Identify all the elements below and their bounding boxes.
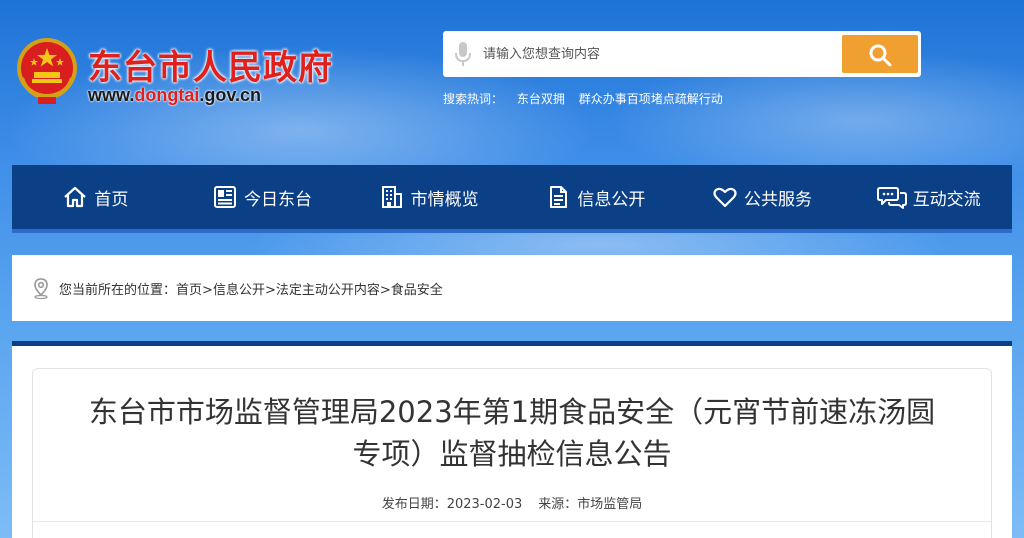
nav-item-label: 首页 <box>94 189 129 210</box>
article-title: 东台市市场监督管理局2023年第1期食品安全（元宵节前速冻汤圆 专项）监督抽检信… <box>33 391 991 475</box>
site-header: 东台市人民政府 www.dongtai.gov.cn 搜索热词： 东台双拥 群众… <box>0 0 1024 165</box>
breadcrumb-link-info-disclosure[interactable]: 信息公开 <box>213 283 265 298</box>
article-container: 东台市市场监督管理局2023年第1期食品安全（元宵节前速冻汤圆 专项）监督抽检信… <box>12 341 1012 538</box>
nav-item-label: 市情概览 <box>410 189 479 210</box>
nav-item-interaction[interactable]: 互动交流 <box>845 165 1012 229</box>
site-url-prefix: www. <box>88 85 135 105</box>
article-title-line: 专项）监督抽检信息公告 <box>352 437 672 471</box>
nav-item-label: 公共服务 <box>744 189 813 210</box>
home-icon <box>64 186 87 208</box>
site-title[interactable]: 东台市人民政府 <box>88 40 333 89</box>
breadcrumb-separator: > <box>379 283 391 298</box>
breadcrumb: 您当前所在的位置：首页>信息公开>法定主动公开内容>食品安全 <box>12 255 1012 321</box>
nav-item-home[interactable]: 首页 <box>12 165 179 229</box>
divider <box>33 521 991 522</box>
source-label: 来源： <box>538 497 578 512</box>
newspaper-icon <box>214 186 236 208</box>
nav-item-public-service[interactable]: 公共服务 <box>679 165 846 229</box>
chat-icon <box>876 187 907 209</box>
breadcrumb-link-home[interactable]: 首页 <box>176 283 202 298</box>
main-nav: 首页 今日东台 市情概览 信息公开 公共服务 互动交流 <box>12 165 1012 233</box>
nav-item-label: 互动交流 <box>912 189 981 210</box>
nav-item-today-dongtai[interactable]: 今日东台 <box>179 165 346 229</box>
site-url-domain: dongtai <box>134 85 200 105</box>
hot-word-link[interactable]: 东台双拥 <box>517 92 565 106</box>
heart-icon <box>713 187 737 208</box>
national-emblem-icon <box>17 38 77 104</box>
search-input[interactable] <box>483 39 833 69</box>
breadcrumb-text: 您当前所在的位置：首页>信息公开>法定主动公开内容>食品安全 <box>59 279 443 298</box>
site-url-suffix: .gov.cn <box>199 85 262 105</box>
nav-item-label: 今日东台 <box>244 189 312 210</box>
breadcrumb-prefix: 您当前所在的位置： <box>59 283 177 298</box>
site-url: www.dongtai.gov.cn <box>88 85 261 106</box>
microphone-icon[interactable] <box>453 41 473 67</box>
hot-search-words: 搜索热词： 东台双拥 群众办事百项堵点疏解行动 <box>443 90 733 107</box>
publish-date-label: 发布日期： <box>381 497 447 512</box>
source-value: 市场监管局 <box>577 497 643 512</box>
nav-item-city-overview[interactable]: 市情概览 <box>345 165 512 229</box>
search-icon <box>869 44 892 67</box>
article-title-line: 东台市市场监督管理局2023年第1期食品安全（元宵节前速冻汤圆 <box>88 395 936 429</box>
nav-item-info-disclosure[interactable]: 信息公开 <box>512 165 679 229</box>
search-button[interactable] <box>842 35 918 73</box>
breadcrumb-separator: > <box>202 283 213 298</box>
search-box <box>443 31 921 77</box>
nav-item-label: 信息公开 <box>577 189 646 210</box>
hot-word-link[interactable]: 群众办事百项堵点疏解行动 <box>579 92 723 106</box>
building-icon <box>381 186 402 208</box>
hot-words-label: 搜索热词： <box>443 92 504 106</box>
breadcrumb-link-food-safety[interactable]: 食品安全 <box>391 283 443 298</box>
breadcrumb-link-statutory-content[interactable]: 法定主动公开内容 <box>276 283 380 298</box>
article-meta: 发布日期：2023-02-03 来源：市场监管局 <box>33 493 991 512</box>
location-pin-icon <box>34 278 48 299</box>
article-card: 东台市市场监督管理局2023年第1期食品安全（元宵节前速冻汤圆 专项）监督抽检信… <box>32 368 992 538</box>
document-icon <box>550 186 568 208</box>
publish-date: 2023-02-03 <box>446 497 523 512</box>
breadcrumb-separator: > <box>264 283 276 298</box>
